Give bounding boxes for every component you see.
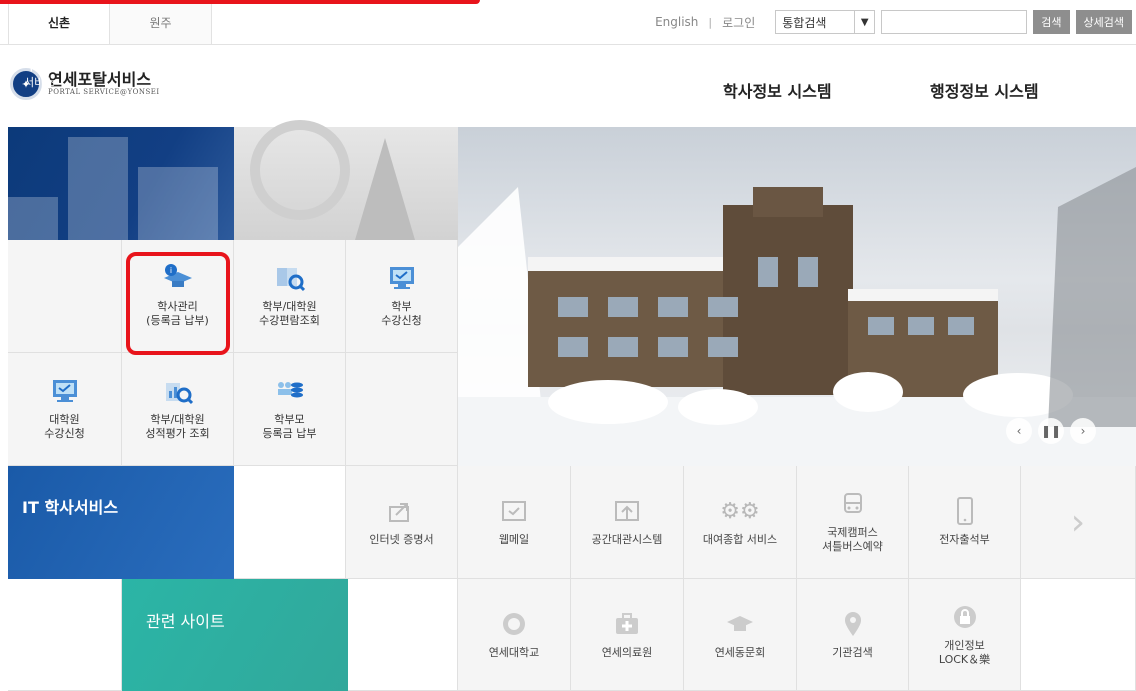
tile-yonsei-medical[interactable]: 연세의료원 <box>571 579 684 691</box>
tile-shuttle-bus[interactable]: 국제캠퍼스 셔틀버스예약 <box>797 466 909 579</box>
tile-e-attendance[interactable]: 전자출석부 <box>909 466 1021 579</box>
related-sites-panel <box>122 579 348 691</box>
main-service-panel <box>8 127 234 240</box>
medical-kit-icon <box>612 610 642 638</box>
tile-space-rental[interactable]: 공간대관시스템 <box>571 466 684 579</box>
main-service-title: 주요학사 <box>24 55 83 74</box>
upload-box-icon <box>612 497 642 525</box>
chevron-right-icon: › <box>1070 501 1086 543</box>
tile-institution-search[interactable]: 기관검색 <box>797 579 909 691</box>
top-utility: English | 로그인 통합검색 ▼ 검색 상세검색 <box>655 10 1132 34</box>
lock-icon <box>950 603 980 631</box>
highlight-box <box>126 252 230 355</box>
tile-label: 대여종합 서비스 <box>702 533 778 546</box>
building-silhouette <box>8 137 218 240</box>
divider: | <box>708 15 713 29</box>
campus-banner-photo <box>458 127 1136 466</box>
tile-grade-inquiry[interactable]: 학부/대학원 성적평가 조회 <box>122 353 234 466</box>
mail-check-icon <box>499 497 529 525</box>
monitor-check-icon <box>387 264 417 292</box>
advanced-search-button[interactable]: 상세검색 <box>1075 10 1132 34</box>
it-next-arrow[interactable]: › <box>1021 466 1136 579</box>
logo-title: 연세포탈서비스 <box>48 70 152 89</box>
tile-yonsei-alumni[interactable]: 연세동문회 <box>684 579 797 691</box>
university-seal-icon <box>499 610 529 638</box>
tile-label: 인터넷 증명서 <box>369 533 434 546</box>
tile-parent-tuition[interactable]: 학부모 등록금 납부 <box>234 353 346 466</box>
monitor-check-icon <box>50 377 80 405</box>
tile-course-catalog[interactable]: 학부/대학원 수강편람조회 <box>234 240 346 353</box>
english-link[interactable]: English <box>655 15 698 29</box>
tile-label: 학부모 등록금 납부 <box>262 413 317 440</box>
mobile-phone-icon <box>950 497 980 525</box>
search-scope-value: 통합검색 <box>782 15 827 30</box>
graduation-cap-icon <box>725 610 755 638</box>
highlight-underline <box>0 0 480 4</box>
search-scope-select[interactable]: 통합검색 ▼ <box>775 10 876 34</box>
tile-label: 학부/대학원 성적평가 조회 <box>145 413 210 440</box>
prev-slide-button[interactable]: ‹ <box>1006 418 1032 444</box>
empty-tile <box>348 579 458 691</box>
tile-label: 대학원 수강신청 <box>44 413 85 440</box>
tile-undergrad-registration[interactable]: 학부 수강신청 <box>346 240 458 353</box>
tab-wonju[interactable]: 원주 <box>110 0 212 44</box>
next-slide-button[interactable]: › <box>1070 418 1096 444</box>
share-arrow-icon <box>387 497 417 525</box>
tile-label: 학부 수강신청 <box>381 300 422 327</box>
chevron-down-icon: ▼ <box>854 11 874 33</box>
tile-webmail[interactable]: 웹메일 <box>458 466 571 579</box>
seal-decoration <box>250 120 350 220</box>
empty-tile <box>8 579 122 691</box>
tile-privacy-lock[interactable]: 개인정보 LOCK＆樂 <box>909 579 1021 691</box>
gears-icon: ⚙⚙ <box>720 498 760 524</box>
empty-tile <box>234 466 346 579</box>
login-link[interactable]: 로그인 <box>722 14 755 31</box>
empty-tile <box>346 353 458 466</box>
search-button[interactable]: 검색 <box>1033 10 1070 34</box>
tile-yonsei-university[interactable]: 연세대학교 <box>458 579 571 691</box>
empty-tile <box>1021 579 1136 691</box>
tile-label: 국제캠퍼스 셔틀버스예약 <box>822 526 883 553</box>
related-sites-title: 관련 사이트 <box>146 612 225 631</box>
logo-subtitle: PORTAL SERVICE@YONSEI <box>48 88 160 96</box>
campus-building-illustration <box>458 167 1136 466</box>
bus-icon <box>838 490 868 518</box>
tile-label: 연세동문회 <box>714 645 766 659</box>
pause-slide-button[interactable]: ❚❚ <box>1038 418 1064 444</box>
tile-label: 학부/대학원 수강편람조회 <box>259 300 320 327</box>
tab-sinchon[interactable]: 신촌 <box>8 0 110 44</box>
tile-internet-certificate[interactable]: 인터넷 증명서 <box>346 466 458 579</box>
admin-system-link[interactable]: 행정정보 시스템 <box>930 78 1039 102</box>
map-pin-icon <box>838 610 868 638</box>
tile-label: 연세대학교 <box>488 645 540 659</box>
empty-tile <box>8 240 122 353</box>
academic-system-link[interactable]: 학사정보 시스템 <box>723 78 832 102</box>
book-search-icon <box>275 264 305 292</box>
tile-label: 연세의료원 <box>601 645 653 659</box>
tile-label: 개인정보 LOCK＆樂 <box>938 638 991 666</box>
it-service-title: IT 학사서비스 <box>22 498 119 517</box>
tile-grad-registration[interactable]: 대학원 수강신청 <box>8 353 122 466</box>
it-service-panel <box>8 466 234 579</box>
tile-label: 웹메일 <box>498 533 530 546</box>
top-bar: 신촌 원주 English | 로그인 통합검색 ▼ 검색 상세검색 <box>0 0 1136 45</box>
main-service-subtitle: 서비스 <box>24 76 55 89</box>
tile-label: 기관검색 <box>832 645 873 659</box>
tile-rental-service[interactable]: ⚙⚙ 대여종합 서비스 <box>684 466 797 579</box>
chart-search-icon <box>163 377 193 405</box>
search-input[interactable] <box>881 10 1028 34</box>
tile-label: 공간대관시스템 <box>591 533 663 546</box>
tile-label: 전자출석부 <box>939 533 990 546</box>
tree-decoration <box>355 138 415 240</box>
people-coins-icon <box>275 377 305 405</box>
campus-tabs: 신촌 원주 <box>8 0 212 44</box>
